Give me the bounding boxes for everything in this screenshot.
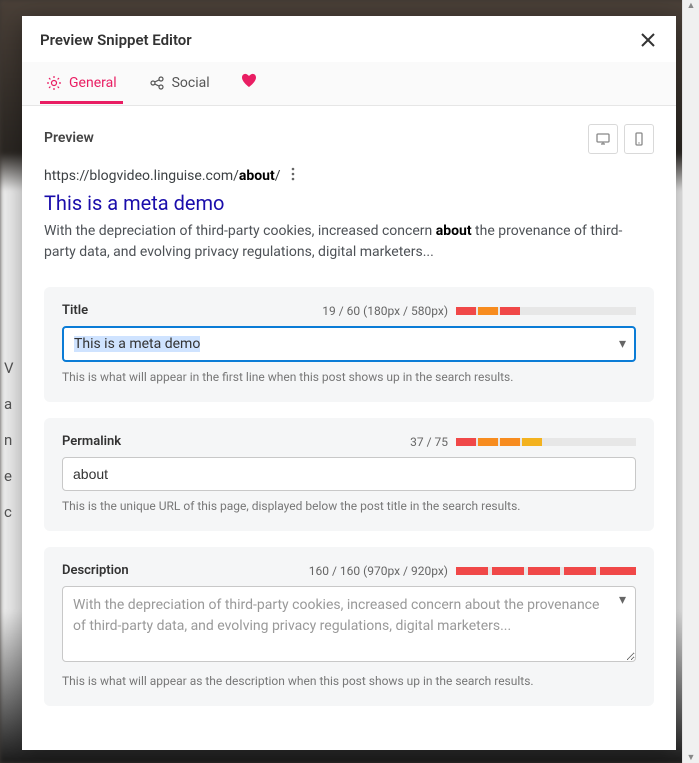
permalink-counter: 37 / 75	[410, 435, 448, 449]
title-panel: Title 19 / 60 (180px / 580px) This is a …	[44, 287, 654, 402]
tab-social-label: Social	[172, 75, 210, 91]
tab-general[interactable]: General	[40, 63, 123, 104]
serp-url: https://blogvideo.linguise.com/about/	[44, 168, 281, 184]
desktop-view-button[interactable]	[588, 124, 618, 154]
device-toggle	[588, 124, 654, 154]
snippet-editor-modal: Preview Snippet Editor General Social	[22, 16, 676, 750]
phone-icon	[631, 131, 647, 147]
tabs: General Social	[22, 62, 676, 106]
description-hint: This is what will appear as the descript…	[62, 674, 636, 688]
permalink-input[interactable]	[62, 457, 636, 491]
permalink-bar	[456, 438, 636, 446]
scroll-up-icon: ▲	[687, 0, 696, 11]
serp-description: With the depreciation of third-party coo…	[44, 221, 654, 263]
description-input[interactable]	[62, 586, 636, 662]
title-input[interactable]: This is a meta demo	[62, 326, 636, 362]
page-scrollbar[interactable]: ▲ ▼	[682, 0, 699, 763]
title-bar	[456, 307, 636, 315]
description-label: Description	[62, 563, 129, 578]
kebab-icon	[291, 167, 295, 181]
scroll-down-icon: ▼	[687, 752, 696, 763]
heart-icon[interactable]	[236, 62, 262, 105]
serp-preview: https://blogvideo.linguise.com/about/ Th…	[44, 166, 654, 287]
title-hint: This is what will appear in the first li…	[62, 370, 636, 384]
permalink-label: Permalink	[62, 434, 121, 449]
gear-icon	[46, 75, 62, 91]
mobile-view-button[interactable]	[624, 124, 654, 154]
preview-heading: Preview	[44, 130, 654, 146]
close-icon	[638, 30, 658, 50]
serp-title: This is a meta demo	[44, 191, 654, 215]
serp-menu-button[interactable]	[291, 166, 295, 185]
title-counter: 19 / 60 (180px / 580px)	[322, 304, 448, 318]
tab-general-label: General	[69, 75, 117, 91]
description-panel: Description 160 / 160 (970px / 920px) ▾ …	[44, 547, 654, 706]
share-icon	[149, 75, 165, 91]
description-counter: 160 / 160 (970px / 920px)	[309, 564, 448, 578]
close-button[interactable]	[638, 30, 658, 50]
description-bar	[456, 567, 636, 575]
monitor-icon	[595, 131, 611, 147]
content-scroll[interactable]: Preview https://blogvideo.linguise.com/a…	[22, 106, 676, 750]
modal-header: Preview Snippet Editor	[22, 16, 676, 62]
tab-social[interactable]: Social	[143, 63, 216, 104]
modal-title: Preview Snippet Editor	[40, 31, 192, 49]
permalink-hint: This is the unique URL of this page, dis…	[62, 499, 636, 513]
permalink-panel: Permalink 37 / 75 This is the unique URL…	[44, 418, 654, 531]
title-label: Title	[62, 303, 88, 318]
